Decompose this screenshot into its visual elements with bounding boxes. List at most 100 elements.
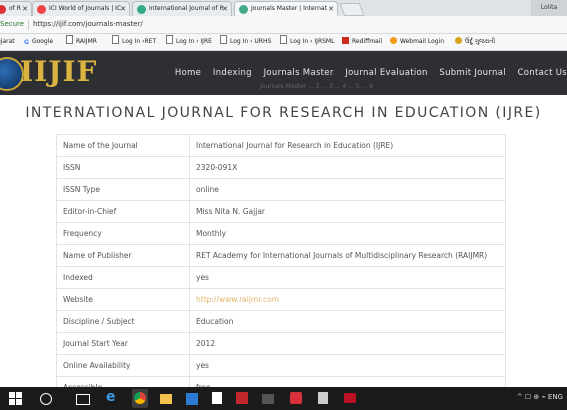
windows-start-icon[interactable] xyxy=(9,391,23,405)
calculator-icon[interactable] xyxy=(318,392,328,404)
bookmark-label: Rediffmail xyxy=(352,38,383,45)
bookmark-item[interactable]: Log In ‹ IJRSML xyxy=(280,34,334,50)
chrome-active-tile[interactable] xyxy=(132,389,148,408)
bookmark-label: Webmail Login xyxy=(400,38,445,45)
logo-text: IIJIF xyxy=(20,55,98,88)
bookmark-item[interactable]: Rediffmail xyxy=(342,34,382,50)
tab-favicon-icon xyxy=(0,5,6,14)
row-label: Indexed xyxy=(56,266,190,289)
music-icon[interactable] xyxy=(290,392,302,404)
tab-label: International Journal of R xyxy=(149,5,224,12)
row-label: ISSN Type xyxy=(56,178,190,201)
tab-label: Journals Master | Internat xyxy=(251,5,327,12)
table-row: ISSN 2320-091X xyxy=(56,156,506,179)
bookmark-label: Log In ‹ IJRSML xyxy=(290,38,335,45)
close-icon[interactable]: ✕ xyxy=(222,2,228,16)
bookmark-label: RAIJMR xyxy=(76,38,97,45)
new-tab-button[interactable] xyxy=(339,3,365,16)
store-icon[interactable] xyxy=(186,393,198,405)
browser-tab[interactable]: ICI World of Journals | IC ✕ xyxy=(32,1,130,16)
table-row: Editor-in-Chief Miss Nita N. Gajjar xyxy=(56,200,506,223)
row-label: Journal Start Year xyxy=(56,332,190,355)
close-icon[interactable]: ✕ xyxy=(328,2,334,16)
address-bar[interactable]: Secure https://ijif.com/journals-master/ xyxy=(0,16,567,34)
nav-contact-us[interactable]: Contact Us xyxy=(518,68,567,78)
row-value: Miss Nita N. Gajjar xyxy=(189,200,506,223)
nav-journal-evaluation[interactable]: Journal Evaluation xyxy=(345,68,427,78)
row-value[interactable]: http://www.raijmr.com xyxy=(189,288,506,311)
table-row: Website http://www.raijmr.com xyxy=(56,288,506,311)
row-value: yes xyxy=(189,354,506,377)
row-label: Discipline / Subject xyxy=(56,310,190,333)
row-label: Editor-in-Chief xyxy=(56,200,190,223)
row-label: Frequency xyxy=(56,222,190,245)
nav-home[interactable]: Home xyxy=(175,68,201,78)
row-value: 2320-091X xyxy=(189,156,506,179)
bookmark-label: ઉર્દૂ ગુજરાતી xyxy=(465,38,496,45)
row-value: yes xyxy=(189,266,506,289)
page-icon xyxy=(112,35,119,44)
bookmark-item[interactable]: Log In ‹ URHS xyxy=(220,34,271,50)
bookmark-label: Google xyxy=(31,38,54,45)
table-row: Name of the Journal International Journal… xyxy=(56,134,506,157)
url-text[interactable]: https://ijif.com/journals-master/ xyxy=(33,16,143,33)
bookmark-item[interactable]: ujarat xyxy=(0,34,15,50)
task-view-icon[interactable] xyxy=(76,394,90,405)
nav-indexing[interactable]: Indexing xyxy=(213,68,252,78)
bookmark-item[interactable]: G Google xyxy=(24,34,53,51)
page-title: INTERNATIONAL JOURNAL FOR RESEARCH IN ED… xyxy=(25,105,542,121)
movie-icon[interactable] xyxy=(262,394,274,404)
website-link[interactable]: http://www.raijmr.com xyxy=(196,295,279,304)
bookmark-icon xyxy=(455,37,462,44)
main-nav: Home Indexing Journals Master Journal Ev… xyxy=(166,68,567,78)
close-icon[interactable]: ✕ xyxy=(22,2,28,16)
bookmark-item[interactable]: Log In ‹ IJRE xyxy=(166,34,212,50)
tab-favicon-icon xyxy=(137,5,146,14)
rediffmail-icon xyxy=(342,37,349,44)
bookmark-item[interactable]: RAIJMR xyxy=(66,34,97,50)
bookmark-label: Log In ‹ URHS xyxy=(230,38,272,45)
tab-favicon-icon xyxy=(37,5,46,14)
row-value: Monthly xyxy=(189,222,506,245)
row-value: 2012 xyxy=(189,332,506,355)
file-explorer-icon[interactable] xyxy=(160,394,172,404)
nav-submit-journal[interactable]: Submit Journal xyxy=(439,68,505,78)
browser-tab[interactable]: of R ✕ xyxy=(0,1,32,16)
search-circle-icon[interactable] xyxy=(40,393,52,405)
webmail-icon xyxy=(390,37,397,44)
table-row: Indexed yes xyxy=(56,266,506,289)
row-label: ISSN xyxy=(56,156,190,179)
bookmarks-bar: ujarat GGoogle RAIJMR Log In ‹RET Log In… xyxy=(0,34,567,51)
row-value: Education xyxy=(189,310,506,333)
bookmark-label: ujarat xyxy=(0,38,15,45)
table-row: Name of Publisher RET Academy for Interna… xyxy=(56,244,506,267)
pdf-icon[interactable] xyxy=(212,392,222,404)
page-icon xyxy=(66,35,73,44)
tab-label: ICI World of Journals | IC xyxy=(49,5,122,12)
table-row: Online Availability yes xyxy=(56,354,506,377)
system-tray[interactable]: ^ ☐ ⊕ ⌁ ENG xyxy=(517,393,563,401)
row-label: Online Availability xyxy=(56,354,190,377)
browser-tab[interactable]: International Journal of R ✕ xyxy=(132,1,232,16)
acrobat-icon[interactable] xyxy=(236,392,248,404)
app-icon[interactable] xyxy=(344,393,356,403)
journal-info-table: Name of the Journal International Journal… xyxy=(56,134,506,399)
taskbar: e ^ ☐ ⊕ ⌁ ENG xyxy=(0,387,567,410)
close-icon[interactable]: ✕ xyxy=(120,2,126,16)
table-row: Frequency Monthly xyxy=(56,222,506,245)
page-icon xyxy=(280,35,287,44)
row-label: Name of the Journal xyxy=(56,134,190,157)
browser-tab-active[interactable]: Journals Master | Internat ✕ xyxy=(234,1,338,16)
nav-journals-master[interactable]: Journals Master xyxy=(264,68,334,78)
table-row: Journal Start Year 2012 xyxy=(56,332,506,355)
bookmark-item[interactable]: ઉર્દૂ ગુજરાતી xyxy=(455,34,495,50)
site-logo[interactable]: IIJIF xyxy=(0,55,96,91)
bookmark-item[interactable]: Log In ‹RET xyxy=(112,34,156,50)
edge-icon[interactable]: e xyxy=(106,389,120,405)
tab-favicon-icon xyxy=(239,5,248,14)
bookmark-item[interactable]: Webmail Login xyxy=(390,34,444,50)
row-value: online xyxy=(189,178,506,201)
secure-label: Secure xyxy=(0,20,25,28)
chrome-icon xyxy=(134,392,146,404)
window-profile[interactable]: Lolita xyxy=(531,0,567,16)
